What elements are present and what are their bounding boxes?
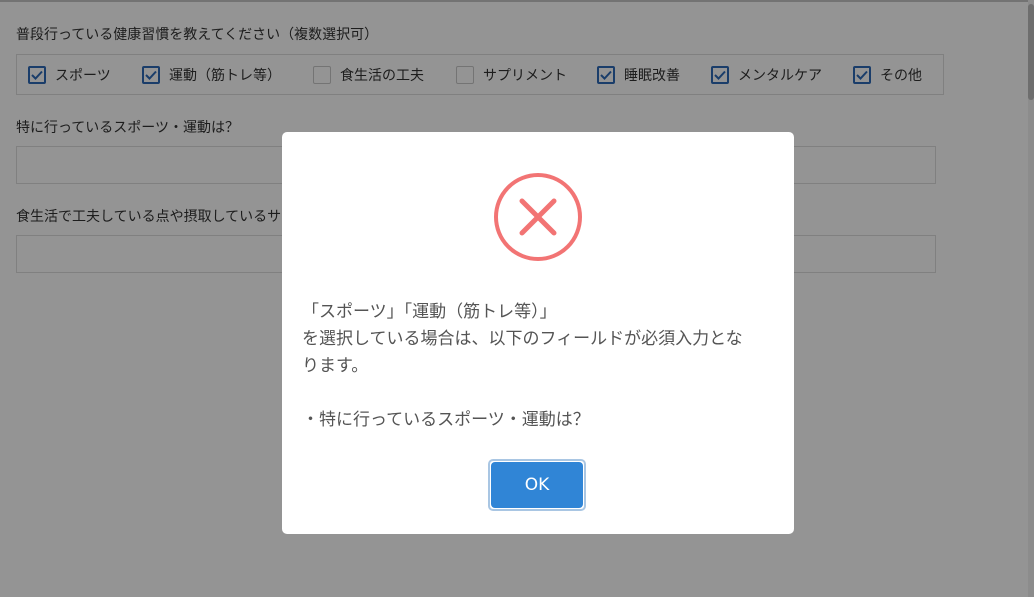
ok-button-focus-ring: OK (488, 459, 586, 511)
dialog-message-line: ります。 (302, 356, 369, 376)
dialog-message-line: 「スポーツ」「運動（筋トレ等）」 (302, 302, 557, 322)
dialog-message: 「スポーツ」「運動（筋トレ等）」 を選択している場合は、以下のフィールドが必須入… (302, 299, 778, 434)
validation-error-dialog: 「スポーツ」「運動（筋トレ等）」 を選択している場合は、以下のフィールドが必須入… (282, 132, 794, 534)
dialog-message-line: を選択している場合は、以下のフィールドが必須入力とな (302, 329, 743, 349)
error-x-icon (492, 171, 584, 263)
ok-button[interactable]: OK (491, 462, 583, 508)
dialog-message-blank-line (302, 380, 778, 407)
dialog-message-line: ・特に行っているスポーツ・運動は？ (302, 410, 590, 430)
